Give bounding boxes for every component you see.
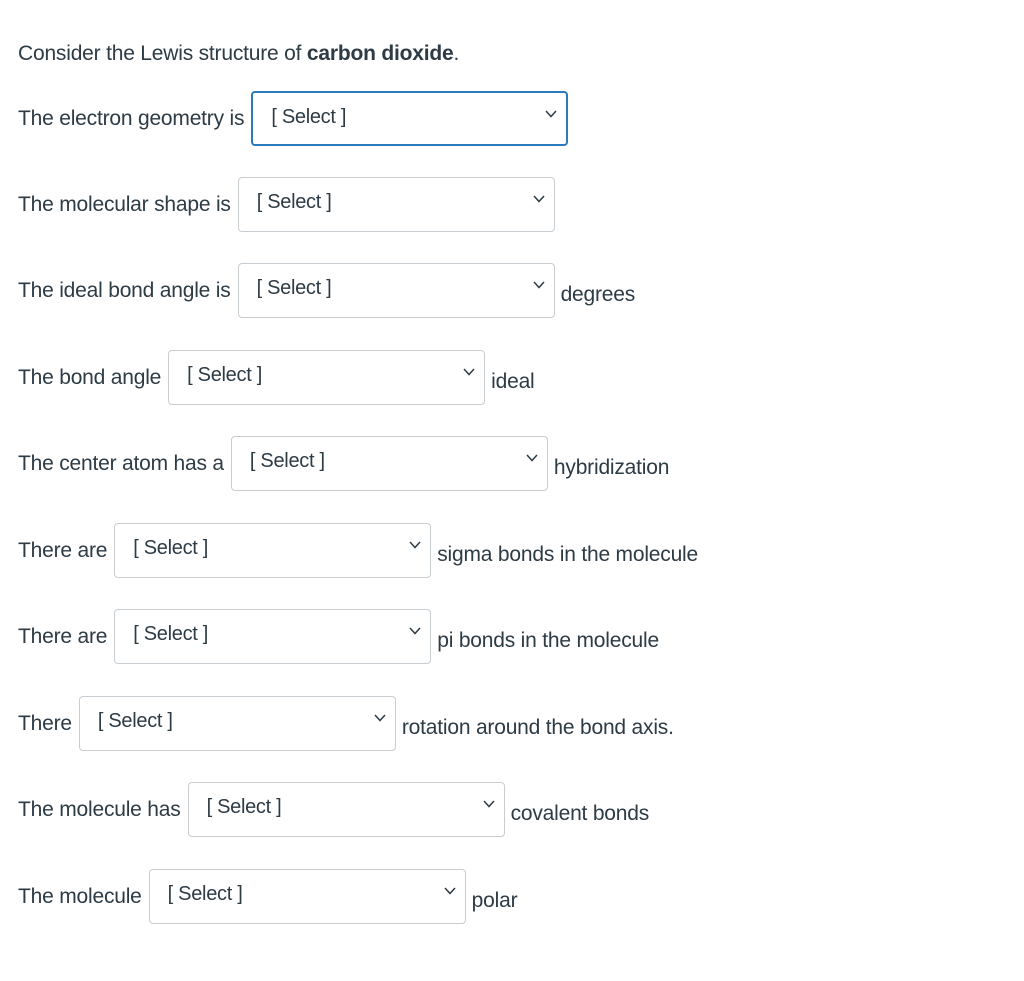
select-value: [ Select ] bbox=[256, 191, 332, 213]
select-value: [ Select ] bbox=[271, 106, 347, 128]
bond-angle-select[interactable]: [ Select ] bbox=[168, 350, 486, 405]
row-suffix: hybridization bbox=[553, 455, 670, 479]
ideal-bond-angle-select[interactable]: [ Select ] bbox=[237, 263, 555, 318]
question-row-ideal-bond-angle: The ideal bond angle is [ Select ] degre… bbox=[18, 263, 635, 318]
electron-geometry-select[interactable]: [ Select ] bbox=[251, 91, 569, 146]
rotation-select[interactable]: [ Select ] bbox=[78, 696, 396, 751]
select-value: [ Select ] bbox=[167, 883, 243, 905]
row-suffix: sigma bonds in the molecule bbox=[437, 542, 699, 566]
row-suffix: polar bbox=[471, 888, 518, 912]
select-value: [ Select ] bbox=[97, 710, 173, 732]
select-value: [ Select ] bbox=[133, 537, 209, 559]
row-label: The molecular shape is bbox=[18, 192, 231, 216]
chevron-down-icon bbox=[409, 541, 421, 549]
row-label: There are bbox=[18, 538, 108, 562]
row-suffix: degrees bbox=[560, 282, 636, 306]
row-label: There are bbox=[18, 624, 108, 648]
row-label: The ideal bond angle is bbox=[18, 278, 231, 302]
row-suffix: ideal bbox=[491, 369, 535, 393]
chevron-down-icon bbox=[545, 110, 557, 118]
row-suffix: pi bonds in the molecule bbox=[437, 628, 659, 652]
hybridization-select[interactable]: [ Select ] bbox=[230, 436, 548, 491]
question-row-covalent-bonds: The molecule has [ Select ] covalent bon… bbox=[18, 782, 649, 837]
row-label: The center atom has a bbox=[18, 451, 224, 475]
select-value: [ Select ] bbox=[249, 450, 325, 472]
question-row-hybridization: The center atom has a [ Select ] hybridi… bbox=[18, 436, 669, 491]
question-row-molecular-shape: The molecular shape is [ Select ] bbox=[18, 177, 561, 232]
intro-text: Consider the Lewis structure of bbox=[18, 42, 307, 65]
chevron-down-icon bbox=[533, 195, 545, 203]
question-intro: Consider the Lewis structure of carbon d… bbox=[18, 42, 459, 66]
covalent-bonds-select[interactable]: [ Select ] bbox=[187, 782, 505, 837]
row-label: The bond angle bbox=[18, 365, 162, 389]
question-row-sigma-bonds: There are [ Select ] sigma bonds in the … bbox=[18, 523, 698, 578]
intro-compound: carbon dioxide bbox=[306, 42, 454, 65]
question-row-rotation: There [ Select ] rotation around the bon… bbox=[18, 696, 674, 751]
sigma-bonds-select[interactable]: [ Select ] bbox=[114, 523, 432, 578]
chevron-down-icon bbox=[526, 454, 538, 462]
select-value: [ Select ] bbox=[133, 623, 209, 645]
row-label: The molecule has bbox=[18, 797, 181, 821]
chevron-down-icon bbox=[483, 800, 495, 808]
select-value: [ Select ] bbox=[187, 364, 262, 386]
row-label: The electron geometry is bbox=[18, 106, 245, 130]
question-row-polarity: The molecule [ Select ] polar bbox=[18, 869, 518, 924]
row-label: There bbox=[18, 711, 72, 735]
question-row-electron-geometry: The electron geometry is [ Select ] bbox=[18, 91, 574, 146]
pi-bonds-select[interactable]: [ Select ] bbox=[114, 609, 432, 664]
polarity-select[interactable]: [ Select ] bbox=[148, 869, 466, 924]
question-row-bond-angle: The bond angle [ Select ] ideal bbox=[18, 350, 535, 405]
intro-suffix: . bbox=[453, 42, 460, 65]
chevron-down-icon bbox=[409, 627, 421, 635]
row-suffix: rotation around the bond axis. bbox=[401, 715, 674, 739]
chevron-down-icon bbox=[374, 714, 386, 722]
chevron-down-icon bbox=[463, 368, 475, 376]
question-row-pi-bonds: There are [ Select ] pi bonds in the mol… bbox=[18, 609, 659, 664]
select-value: [ Select ] bbox=[256, 277, 332, 299]
chevron-down-icon bbox=[533, 281, 545, 289]
row-suffix: covalent bonds bbox=[510, 801, 650, 825]
row-label: The molecule bbox=[18, 884, 142, 908]
molecular-shape-select[interactable]: [ Select ] bbox=[237, 177, 555, 232]
select-value: [ Select ] bbox=[206, 796, 282, 818]
chevron-down-icon bbox=[444, 887, 456, 895]
